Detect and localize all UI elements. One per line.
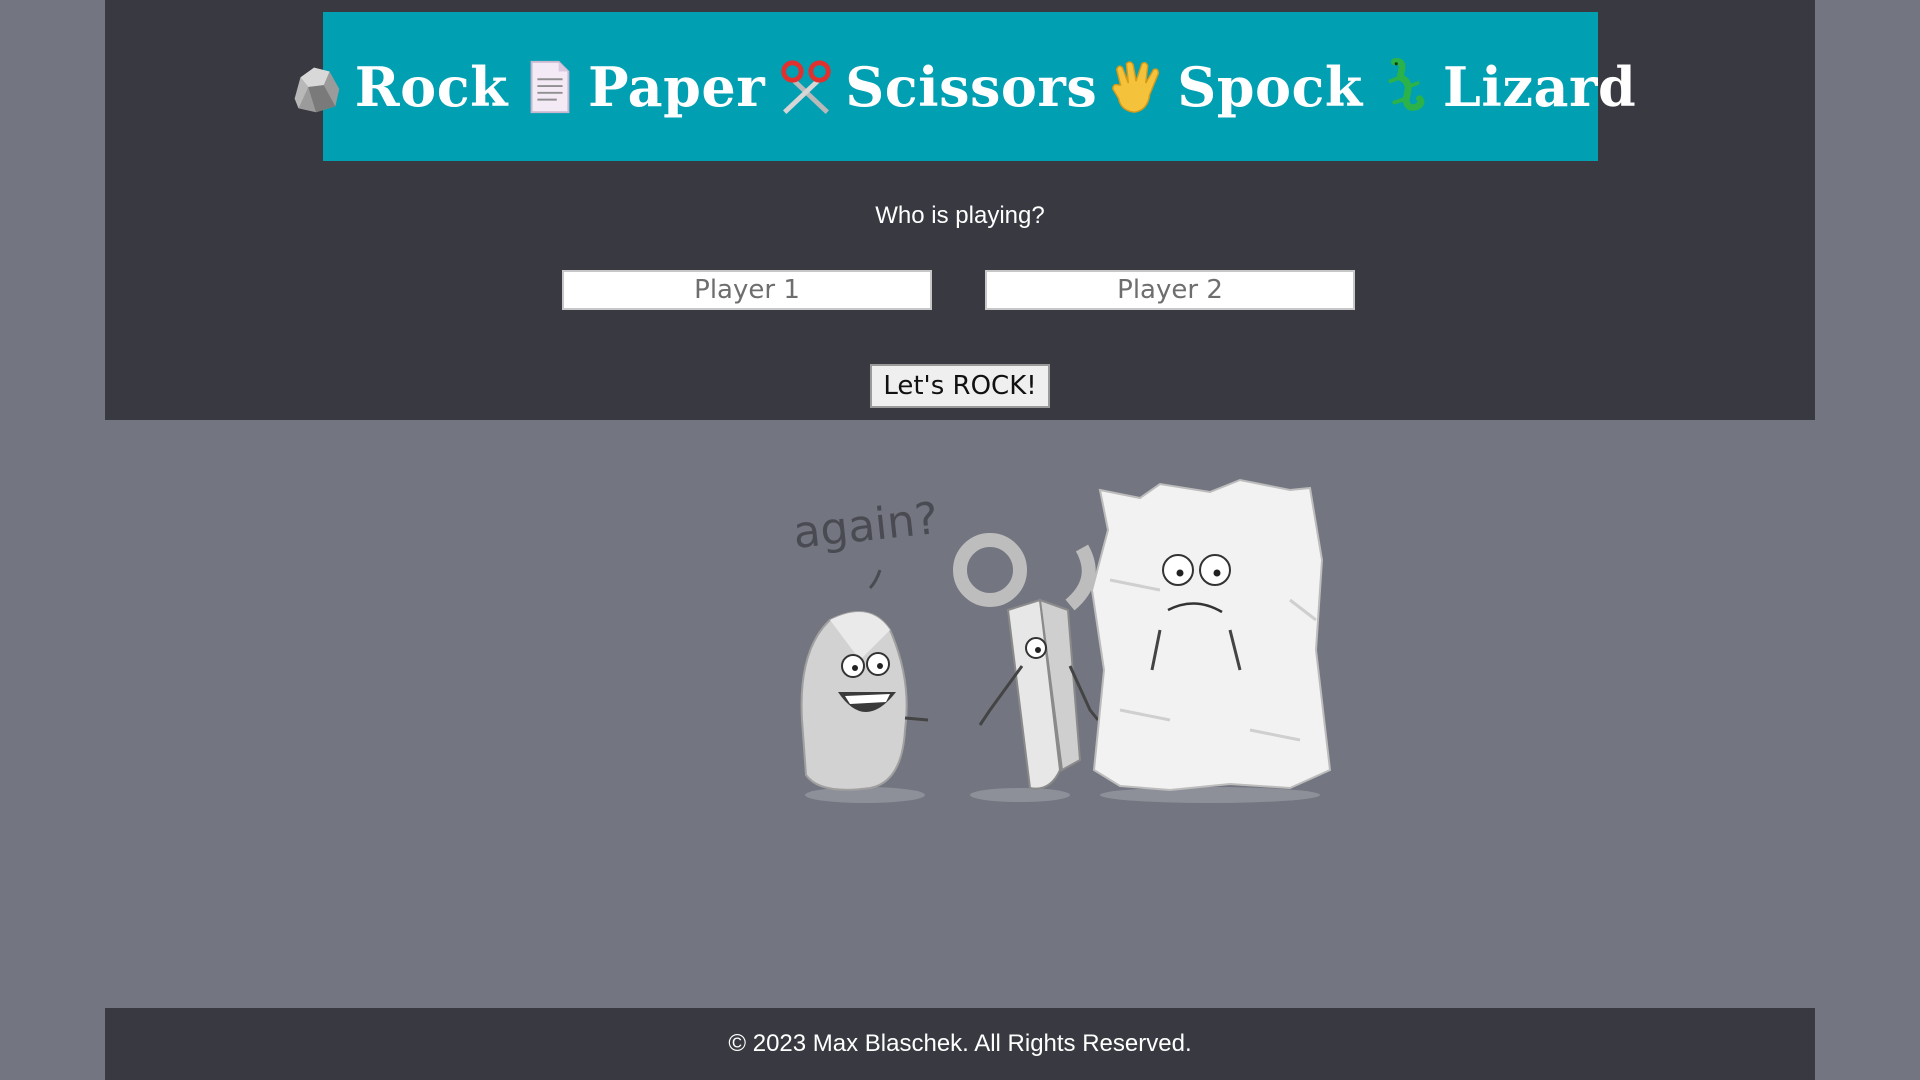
title-banner: Rock Paper Scissors Spock Lizard <box>294 12 1636 161</box>
spock-hand-icon <box>1112 60 1160 113</box>
banner-label: Paper <box>588 54 766 119</box>
banner-label: Rock <box>354 54 508 119</box>
paper-icon <box>530 60 570 113</box>
player-1-input[interactable] <box>562 270 932 310</box>
footer: © 2023 Max Blaschek. All Rights Reserved… <box>105 1008 1815 1080</box>
banner-item-paper: Paper <box>518 55 765 119</box>
page: Rock Paper Scissors Spock Lizard Who is … <box>105 0 1815 1080</box>
header-panel: Rock Paper Scissors Spock Lizard Who is … <box>105 0 1815 420</box>
copyright-text: © 2023 Max Blaschek. All Rights Reserved… <box>728 1030 1192 1057</box>
banner-label: Scissors <box>845 54 1098 119</box>
scissors-icon <box>781 59 831 114</box>
rock-character <box>800 611 929 803</box>
banner-label: Lizard <box>1442 54 1637 119</box>
who-is-playing-label: Who is playing? <box>875 202 1045 229</box>
paper-character <box>1090 478 1332 803</box>
illustration-caption: again? <box>791 493 941 559</box>
banner-item-rock: Rock <box>285 55 508 119</box>
banner-label: Spock <box>1177 54 1363 119</box>
rock-icon <box>294 67 340 112</box>
banner-item-lizard: Lizard <box>1373 55 1636 119</box>
banner-item-spock: Spock <box>1107 55 1363 119</box>
player-2-input[interactable] <box>985 270 1355 310</box>
lizard-icon <box>1388 57 1425 111</box>
lets-rock-button[interactable]: Let's ROCK! <box>870 364 1050 408</box>
banner-item-scissors: Scissors <box>775 55 1097 119</box>
rock-paper-scissors-illustration: again? <box>791 478 1332 803</box>
scissors-character <box>953 533 1100 802</box>
